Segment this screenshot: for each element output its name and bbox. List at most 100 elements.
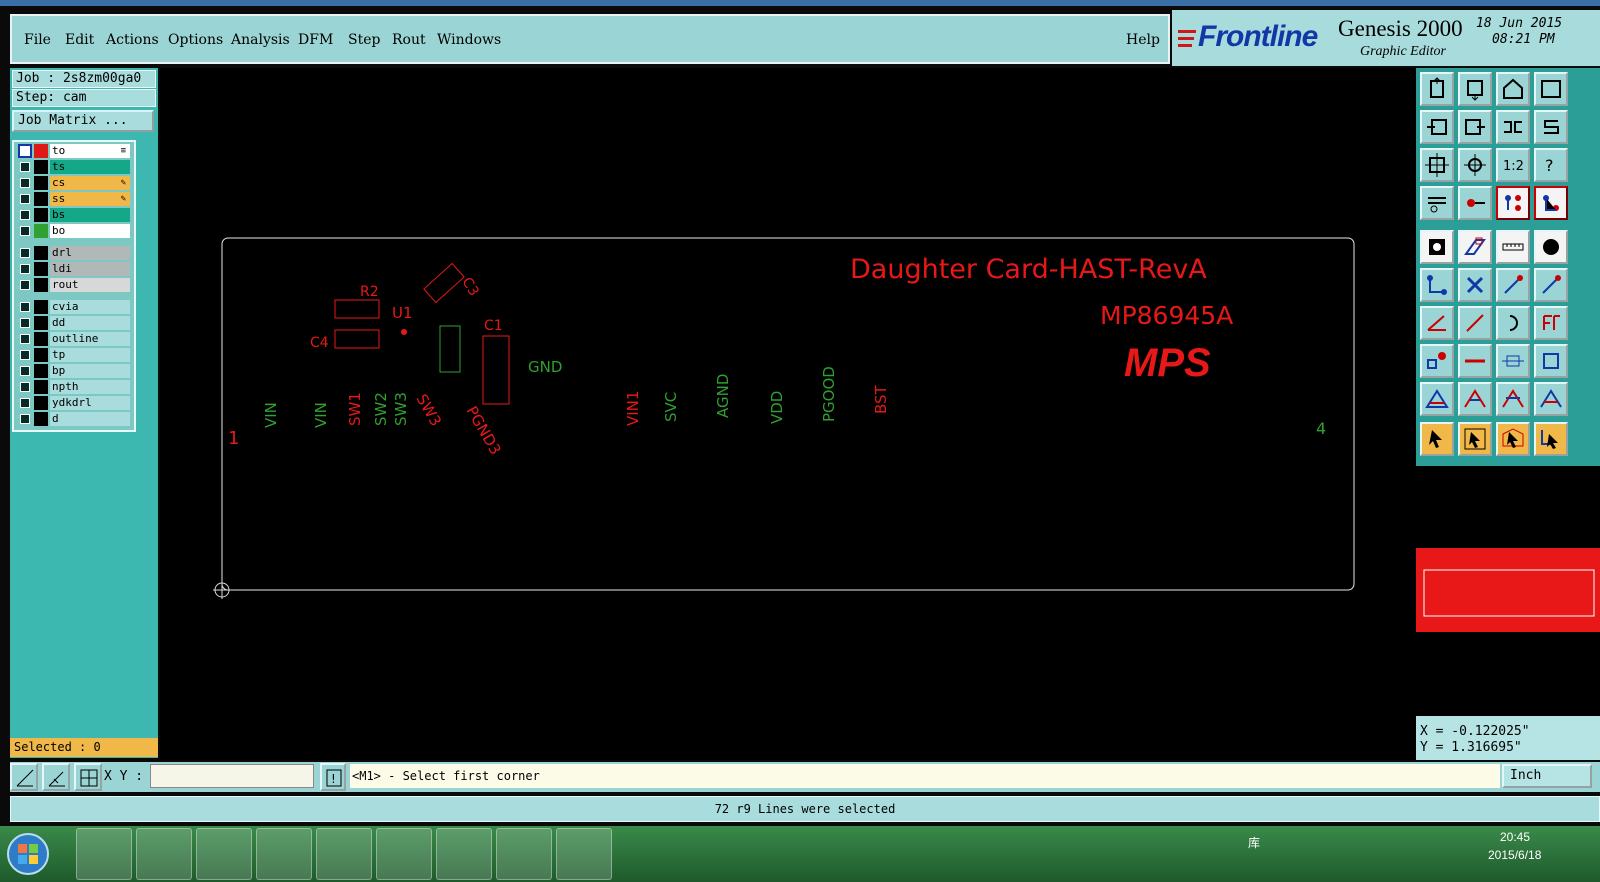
taskbar-app-xterm-icon[interactable] xyxy=(376,828,432,880)
snap-angle-icon[interactable] xyxy=(42,763,70,791)
layer-checkbox[interactable] xyxy=(20,194,30,204)
layer-checkbox[interactable] xyxy=(20,398,30,408)
layer-row-ts[interactable]: ts xyxy=(16,160,132,174)
tool-delete-icon[interactable] xyxy=(1458,268,1492,302)
layer-checkbox[interactable] xyxy=(20,382,30,392)
layer-checkbox[interactable] xyxy=(20,350,30,360)
layer-color-swatch[interactable] xyxy=(34,208,48,222)
layer-row-bs[interactable]: bs xyxy=(16,208,132,222)
layer-name[interactable]: ydkdrl xyxy=(50,396,130,410)
layer-name[interactable]: to ≡ xyxy=(50,144,130,158)
tool-home-icon[interactable] xyxy=(1496,72,1530,106)
tool-connect-icon[interactable] xyxy=(1534,268,1568,302)
taskbar-app-excel-icon[interactable] xyxy=(496,828,552,880)
layer-color-swatch[interactable] xyxy=(34,300,48,314)
layer-name[interactable]: dd xyxy=(50,316,130,330)
tool-line-icon[interactable] xyxy=(1496,268,1530,302)
tool-pan-right-icon[interactable] xyxy=(1458,110,1492,144)
layer-checkbox[interactable] xyxy=(20,162,30,172)
tool-pad-icon[interactable] xyxy=(1420,230,1454,264)
layer-checkbox[interactable] xyxy=(20,248,30,258)
menu-windows[interactable]: Windows xyxy=(437,32,501,48)
layer-color-swatch[interactable] xyxy=(34,316,48,330)
tool-zoom-1to2-icon[interactable]: 1:2 xyxy=(1496,148,1530,182)
tool-triangle4-icon[interactable] xyxy=(1534,382,1568,416)
tool-resize-icon[interactable] xyxy=(1534,344,1568,378)
taskbar-time[interactable]: 20:45 xyxy=(1500,830,1530,844)
tool-zoom-page-icon[interactable] xyxy=(1420,72,1454,106)
layer-checkbox[interactable] xyxy=(20,414,30,424)
tool-net-icon[interactable] xyxy=(1496,186,1530,220)
tool-text-icon[interactable] xyxy=(1534,306,1568,340)
layer-row-tp[interactable]: tp xyxy=(16,348,132,362)
layer-row-ldi[interactable]: ldi xyxy=(16,262,132,276)
menu-help[interactable]: Help xyxy=(1126,32,1160,48)
tool-align-icon[interactable] xyxy=(1496,344,1530,378)
layer-name[interactable]: outline xyxy=(50,332,130,346)
layer-row-d[interactable]: d xyxy=(16,412,132,426)
layer-color-swatch[interactable] xyxy=(34,364,48,378)
layer-color-swatch[interactable] xyxy=(34,144,48,158)
menu-edit[interactable]: Edit xyxy=(65,32,94,48)
job-matrix-button[interactable]: Job Matrix ... xyxy=(12,110,154,132)
layer-color-swatch[interactable] xyxy=(34,224,48,238)
layer-checkbox[interactable] xyxy=(20,226,30,236)
layer-name[interactable]: ss ✎ xyxy=(50,192,130,206)
layer-name[interactable]: ts xyxy=(50,160,130,174)
tool-zoom-fit-icon[interactable] xyxy=(1420,148,1454,182)
tray-folder-label[interactable]: 库 xyxy=(1248,834,1260,851)
tool-pan-both-icon[interactable] xyxy=(1496,110,1530,144)
taskbar-app-viewer-icon[interactable] xyxy=(136,828,192,880)
layer-name[interactable]: cs ✎ xyxy=(50,176,130,190)
menu-dfm[interactable]: DFM xyxy=(298,32,333,48)
layer-name[interactable]: bs xyxy=(50,208,130,222)
layer-row-outline[interactable]: outline xyxy=(16,332,132,346)
layer-name[interactable]: d xyxy=(50,412,130,426)
layer-color-swatch[interactable] xyxy=(34,380,48,394)
snap-icon[interactable] xyxy=(10,763,38,791)
layer-row-bo[interactable]: bo xyxy=(16,224,132,238)
layer-checkbox[interactable] xyxy=(20,334,30,344)
layer-checkbox[interactable] xyxy=(20,210,30,220)
layer-name[interactable]: cvia xyxy=(50,300,130,314)
tool-redraw-icon[interactable] xyxy=(1534,110,1568,144)
layer-row-dd[interactable]: dd xyxy=(16,316,132,330)
layer-color-swatch[interactable] xyxy=(34,348,48,362)
layer-row-rout[interactable]: rout xyxy=(16,278,132,292)
tool-move-icon[interactable] xyxy=(1420,268,1454,302)
layer-row-cs[interactable]: cs ✎ xyxy=(16,176,132,190)
tool-net2-icon[interactable] xyxy=(1534,186,1568,220)
layer-color-swatch[interactable] xyxy=(34,278,48,292)
layer-name[interactable]: bp xyxy=(50,364,130,378)
taskbar-app-genesis-icon[interactable] xyxy=(556,828,612,880)
tool-select-poly-icon[interactable] xyxy=(1496,422,1530,456)
tool-triangle-icon[interactable] xyxy=(1420,382,1454,416)
tool-arc-icon[interactable] xyxy=(1496,306,1530,340)
layer-color-swatch[interactable] xyxy=(34,396,48,410)
tool-triangle3-icon[interactable] xyxy=(1496,382,1530,416)
menu-analysis[interactable]: Analysis xyxy=(231,32,290,48)
menu-file[interactable]: File xyxy=(24,32,51,48)
taskbar-date[interactable]: 2015/6/18 xyxy=(1488,848,1541,862)
layer-color-swatch[interactable] xyxy=(34,412,48,426)
layer-color-swatch[interactable] xyxy=(34,262,48,276)
layer-color-swatch[interactable] xyxy=(34,176,48,190)
layer-row-ss[interactable]: ss ✎ xyxy=(16,192,132,206)
tool-pan-left-icon[interactable] xyxy=(1420,110,1454,144)
graphic-canvas[interactable]: Daughter Card-HAST-RevA MP86945A MPS R2 … xyxy=(160,68,1416,760)
tool-zoom-center-icon[interactable] xyxy=(1458,148,1492,182)
taskbar-app-frontline-icon[interactable] xyxy=(436,828,492,880)
layer-name[interactable]: ldi xyxy=(50,262,130,276)
tool-copy-icon[interactable] xyxy=(1420,344,1454,378)
layer-name[interactable]: npth xyxy=(50,380,130,394)
taskbar-app-shell-icon[interactable] xyxy=(76,828,132,880)
tool-help-icon[interactable]: ? xyxy=(1534,148,1568,182)
taskbar-app-notepad-icon[interactable] xyxy=(256,828,312,880)
tool-select-icon[interactable] xyxy=(1420,422,1454,456)
tool-probe-icon[interactable] xyxy=(1458,186,1492,220)
units-selector[interactable]: Inch xyxy=(1502,764,1592,788)
menu-rout[interactable]: Rout xyxy=(392,32,426,48)
layer-checkbox[interactable] xyxy=(20,280,30,290)
layer-checkbox[interactable] xyxy=(20,318,30,328)
layer-row-cvia[interactable]: cvia xyxy=(16,300,132,314)
